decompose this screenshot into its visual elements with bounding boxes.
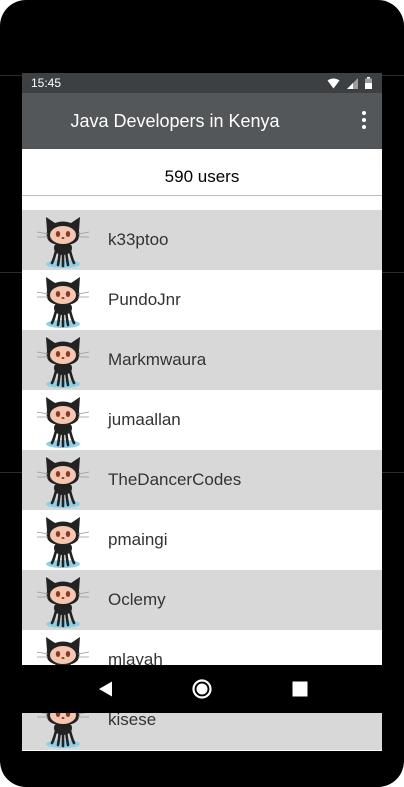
list-item[interactable]: TheDancerCodes	[22, 450, 382, 510]
app-toolbar: Java Developers in Kenya	[22, 93, 382, 149]
username-label: jumaallan	[108, 410, 181, 429]
bezel-line	[0, 472, 22, 473]
list-item[interactable]: k33ptoo	[22, 210, 382, 270]
username-label: Oclemy	[108, 590, 166, 609]
bezel-line	[0, 272, 22, 273]
battery-icon	[365, 77, 372, 89]
bezel-line	[382, 272, 404, 273]
octocat-avatar-icon	[34, 451, 92, 509]
username-label: Markmwaura	[108, 350, 207, 369]
octocat-avatar-icon	[34, 271, 92, 329]
status-icons	[327, 77, 372, 89]
toolbar-title: Java Developers in Kenya	[70, 111, 280, 131]
octocat-avatar-icon	[34, 331, 92, 389]
list-item[interactable]: Markmwaura	[22, 330, 382, 390]
username-label: pmaingi	[108, 530, 168, 549]
overflow-menu-icon[interactable]	[360, 111, 368, 131]
list-item[interactable]: PundoJnr	[22, 270, 382, 330]
username-label: TheDancerCodes	[108, 470, 242, 489]
phone-frame: 15:45 Java Developers in Kenya 590 users…	[0, 0, 404, 787]
list-item[interactable]: Oclemy	[22, 570, 382, 630]
octocat-avatar-icon	[34, 511, 92, 569]
recents-icon[interactable]	[288, 677, 312, 701]
wifi-icon	[327, 78, 340, 88]
home-icon[interactable]	[190, 677, 214, 701]
bezel-line	[0, 75, 22, 76]
username-label: PundoJnr	[108, 290, 181, 309]
list-item[interactable]: jumaallan	[22, 390, 382, 450]
user-count: 590 users	[22, 149, 382, 196]
octocat-avatar-icon	[34, 571, 92, 629]
status-bar: 15:45	[22, 73, 382, 93]
list-item[interactable]: pmaingi	[22, 510, 382, 570]
username-label: k33ptoo	[108, 230, 169, 249]
navigation-bar	[0, 665, 404, 713]
cell-signal-icon	[347, 77, 358, 89]
back-icon[interactable]	[94, 677, 118, 701]
bezel-line	[382, 472, 404, 473]
status-time: 15:45	[31, 76, 62, 90]
octocat-avatar-icon	[34, 391, 92, 449]
bezel-line	[382, 75, 404, 76]
octocat-avatar-icon	[34, 211, 92, 269]
app-screen: 15:45 Java Developers in Kenya 590 users…	[22, 73, 382, 751]
